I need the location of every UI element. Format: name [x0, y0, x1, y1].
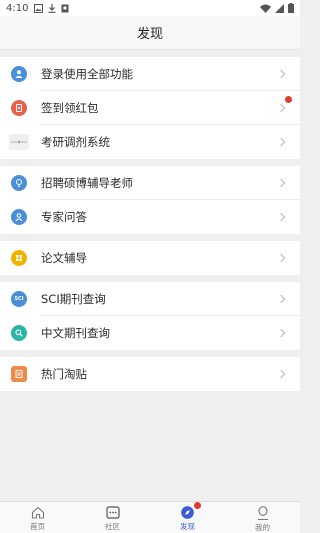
image-icon [34, 3, 44, 13]
chevron-right-icon [276, 294, 286, 304]
menu-item-label: 招聘硕博辅导老师 [41, 176, 133, 190]
hot-post-icon [11, 366, 27, 382]
profile-icon [257, 506, 268, 520]
menu-item-expert-qa[interactable]: 专家问答 [0, 200, 300, 234]
system-icon [9, 134, 29, 150]
status-time: 4:10 [6, 2, 29, 14]
discover-icon [181, 506, 194, 519]
bulb-icon [11, 175, 27, 191]
download-icon [48, 3, 56, 13]
menu-item-recruit-tutors[interactable]: 招聘硕博辅导老师 [0, 166, 300, 200]
home-icon [31, 506, 44, 519]
menu-item-chinese-journal[interactable]: 中文期刊查询 [0, 316, 300, 350]
chevron-right-icon [276, 69, 286, 79]
chevron-right-icon [276, 253, 286, 263]
tab-label: 首页 [30, 522, 45, 531]
menu-item-sci-journal[interactable]: SCI SCI期刊查询 [0, 282, 300, 316]
menu-item-label: 考研调剂系统 [41, 135, 110, 149]
chevron-right-icon [276, 103, 286, 113]
menu-item-adjustment-system[interactable]: 考研调剂系统 [0, 125, 300, 159]
status-bar: 4:10 [0, 0, 300, 16]
redpacket-icon [11, 100, 27, 116]
menu-item-paper-tutoring[interactable]: 论文辅导 [0, 241, 300, 275]
chevron-right-icon [276, 328, 286, 338]
discover-list: 登录使用全部功能 签到领红包 考研调剂系统 招聘硕博辅导老师 专家问答 论文辅导… [0, 50, 300, 391]
notification-badge [285, 96, 292, 103]
user-icon [11, 66, 27, 82]
menu-group-account: 登录使用全部功能 签到领红包 考研调剂系统 [0, 57, 300, 159]
community-icon [105, 506, 120, 519]
menu-group-hot: 热门淘贴 [0, 357, 300, 391]
battery-icon [288, 3, 294, 13]
tab-label: 发现 [180, 522, 195, 531]
tab-label: 社区 [105, 522, 120, 531]
bottom-nav: 首页 社区 发现 我的 [0, 501, 300, 533]
chevron-right-icon [276, 137, 286, 147]
chevron-right-icon [276, 178, 286, 188]
menu-item-login[interactable]: 登录使用全部功能 [0, 57, 300, 91]
menu-item-label: 中文期刊查询 [41, 326, 110, 340]
page-header: 发现 [0, 16, 300, 50]
notification-badge [193, 502, 201, 509]
menu-group-paper: 论文辅导 [0, 241, 300, 275]
menu-item-label: 登录使用全部功能 [41, 67, 133, 81]
paper-icon [11, 250, 27, 266]
menu-item-checkin[interactable]: 签到领红包 [0, 91, 300, 125]
menu-item-label: 专家问答 [41, 210, 87, 224]
sci-icon-text: SCI [14, 296, 24, 302]
menu-item-label: SCI期刊查询 [41, 292, 106, 306]
app-icon [61, 4, 69, 12]
menu-group-tutors: 招聘硕博辅导老师 专家问答 [0, 166, 300, 234]
expert-icon [11, 209, 27, 225]
menu-item-label: 论文辅导 [41, 251, 87, 265]
menu-item-hot-posts[interactable]: 热门淘贴 [0, 357, 300, 391]
tab-profile[interactable]: 我的 [225, 502, 300, 533]
tab-label: 我的 [255, 523, 270, 532]
chevron-right-icon [276, 369, 286, 379]
tab-discover[interactable]: 发现 [150, 502, 225, 533]
wifi-icon [260, 4, 271, 13]
signal-icon [275, 3, 284, 13]
sci-icon: SCI [11, 291, 27, 307]
tab-home[interactable]: 首页 [0, 502, 75, 533]
menu-item-label: 热门淘贴 [41, 367, 87, 381]
page-title: 发现 [136, 27, 163, 42]
menu-item-label: 签到领红包 [41, 101, 99, 115]
menu-group-journals: SCI SCI期刊查询 中文期刊查询 [0, 282, 300, 350]
magnifier-icon [11, 325, 27, 341]
chevron-right-icon [276, 212, 286, 222]
tab-community[interactable]: 社区 [75, 502, 150, 533]
